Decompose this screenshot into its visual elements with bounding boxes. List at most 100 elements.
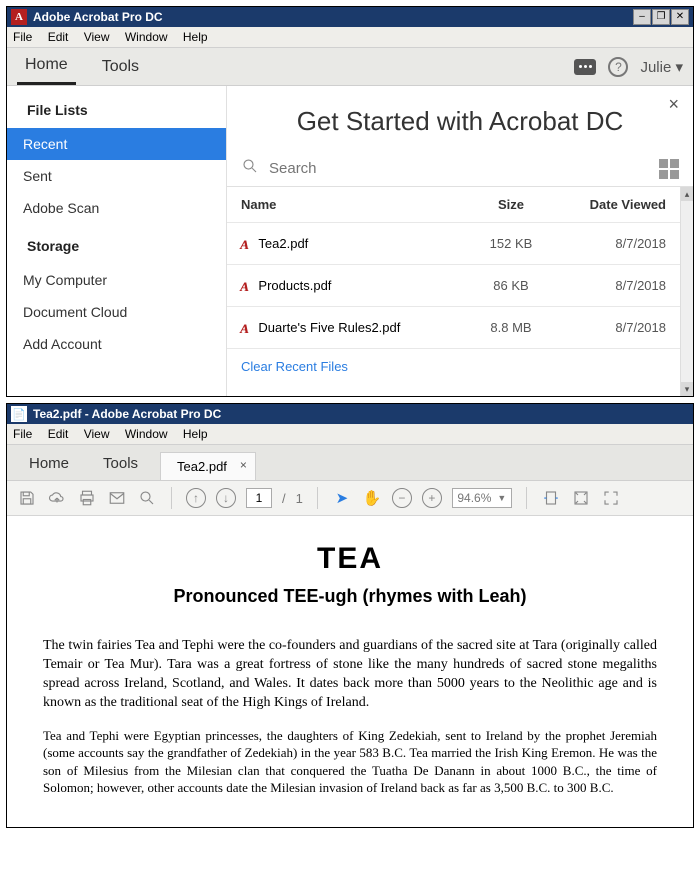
menu-edit[interactable]: Edit — [48, 427, 69, 441]
menu-edit[interactable]: Edit — [48, 30, 69, 44]
table-row[interactable]: ᴀTea2.pdf 152 KB 8/7/2018 — [227, 223, 680, 265]
document-toolbar: ↑ ↓ / 1 ➤ ✋ − + 94.6%▼ — [7, 481, 693, 516]
fullscreen-icon[interactable] — [601, 488, 621, 508]
menu-view[interactable]: View — [84, 30, 110, 44]
search-input[interactable] — [267, 159, 659, 178]
file-date: 8/7/2018 — [556, 278, 666, 293]
sidebar-item-addaccount[interactable]: Add Account — [7, 328, 226, 360]
sidebar-item-sent[interactable]: Sent — [7, 160, 226, 192]
minimize-button[interactable]: – — [633, 9, 651, 25]
pdf-icon: ᴀ — [241, 275, 248, 296]
window-recent: A Adobe Acrobat Pro DC – ❐ ✕ File Edit V… — [6, 6, 694, 397]
recent-table: Name Size Date Viewed ᴀTea2.pdf 152 KB 8… — [227, 187, 680, 396]
menu-file[interactable]: File — [13, 30, 32, 44]
page-up-icon[interactable]: ↑ — [186, 488, 206, 508]
acrobat-logo-icon: A — [11, 9, 27, 25]
print-icon[interactable] — [77, 488, 97, 508]
sidebar-item-documentcloud[interactable]: Document Cloud — [7, 296, 226, 328]
tab-tools[interactable]: Tools — [94, 50, 147, 84]
home-toolbar: Home Tools ? Julie ▾ — [7, 48, 693, 86]
zoom-in-icon[interactable]: + — [422, 488, 442, 508]
doc-paragraph: Tea and Tephi were Egyptian princesses, … — [43, 727, 657, 797]
pdf-icon: ᴀ — [241, 233, 248, 254]
file-date: 8/7/2018 — [556, 320, 666, 335]
scroll-up-icon[interactable]: ▴ — [681, 187, 693, 201]
separator — [171, 487, 172, 509]
file-name: Duarte's Five Rules2.pdf — [258, 320, 400, 335]
file-date: 8/7/2018 — [556, 236, 666, 251]
menubar: File Edit View Window Help — [7, 424, 693, 445]
window-title: Tea2.pdf - Adobe Acrobat Pro DC — [33, 407, 689, 421]
tab-home[interactable]: Home — [17, 48, 76, 85]
help-icon[interactable]: ? — [608, 57, 628, 77]
select-tool-icon[interactable]: ➤ — [332, 488, 352, 508]
notifications-icon[interactable] — [574, 59, 596, 75]
doc-subtitle: Pronounced TEE-ugh (rhymes with Leah) — [43, 586, 657, 607]
separator — [317, 487, 318, 509]
menubar: File Edit View Window Help — [7, 27, 693, 48]
menu-view[interactable]: View — [84, 427, 110, 441]
table-header: Name Size Date Viewed — [227, 187, 680, 223]
main-panel: Get Started with Acrobat DC Name Size Da… — [227, 86, 693, 396]
scroll-down-icon[interactable]: ▾ — [681, 382, 693, 396]
col-size[interactable]: Size — [466, 197, 556, 212]
pdf-file-icon: 📄 — [11, 406, 27, 422]
pdf-icon: ᴀ — [241, 317, 248, 338]
search-row — [227, 151, 693, 187]
clear-recent-link[interactable]: Clear Recent Files — [227, 349, 680, 384]
maximize-button[interactable]: ❐ — [652, 9, 670, 25]
menu-window[interactable]: Window — [125, 30, 168, 44]
titlebar[interactable]: 📄 Tea2.pdf - Adobe Acrobat Pro DC — [7, 404, 693, 424]
page-separator: / — [282, 491, 286, 506]
close-welcome-button[interactable]: × — [668, 94, 679, 115]
file-name: Tea2.pdf — [258, 236, 308, 251]
col-name[interactable]: Name — [241, 197, 466, 212]
page-down-icon[interactable]: ↓ — [216, 488, 236, 508]
file-name: Products.pdf — [258, 278, 331, 293]
save-icon[interactable] — [17, 488, 37, 508]
titlebar[interactable]: A Adobe Acrobat Pro DC – ❐ ✕ — [7, 7, 693, 27]
tab-tools[interactable]: Tools — [91, 447, 150, 480]
col-date[interactable]: Date Viewed — [556, 197, 666, 212]
find-icon[interactable] — [137, 488, 157, 508]
account-menu[interactable]: Julie ▾ — [640, 58, 683, 76]
separator — [526, 487, 527, 509]
document-tab-label: Tea2.pdf — [177, 459, 227, 474]
search-icon — [241, 157, 259, 180]
email-icon[interactable] — [107, 488, 127, 508]
close-window-button[interactable]: ✕ — [671, 9, 689, 25]
document-tab[interactable]: Tea2.pdf × — [160, 452, 256, 480]
file-size: 8.8 MB — [466, 320, 556, 335]
fit-width-icon[interactable] — [541, 488, 561, 508]
menu-window[interactable]: Window — [125, 427, 168, 441]
menu-help[interactable]: Help — [183, 30, 208, 44]
zoom-level[interactable]: 94.6%▼ — [452, 488, 512, 508]
document-tabs: Home Tools Tea2.pdf × — [7, 445, 693, 481]
cloud-upload-icon[interactable] — [47, 488, 67, 508]
sidebar-heading-storage: Storage — [27, 238, 226, 254]
hand-tool-icon[interactable]: ✋ — [362, 488, 382, 508]
menu-help[interactable]: Help — [183, 427, 208, 441]
scrollbar[interactable]: ▴ ▾ — [680, 187, 693, 396]
table-row[interactable]: ᴀ Products.pdf 86 KB 8/7/2018 — [227, 265, 680, 307]
sidebar-item-adobescan[interactable]: Adobe Scan — [7, 192, 226, 224]
doc-title: TEA — [43, 542, 657, 576]
account-name: Julie — [640, 59, 671, 76]
sidebar: File Lists Recent Sent Adobe Scan Storag… — [7, 86, 227, 396]
doc-paragraph: The twin fairies Tea and Tephi were the … — [43, 637, 657, 713]
tab-home[interactable]: Home — [17, 447, 81, 480]
window-title: Adobe Acrobat Pro DC — [33, 10, 632, 24]
fit-page-icon[interactable] — [571, 488, 591, 508]
grid-view-icon[interactable] — [659, 159, 679, 179]
welcome-heading: Get Started with Acrobat DC — [227, 86, 693, 151]
document-tab-close-icon[interactable]: × — [240, 458, 247, 472]
sidebar-item-mycomputer[interactable]: My Computer — [7, 264, 226, 296]
sidebar-heading-file-lists: File Lists — [27, 102, 226, 118]
file-size: 86 KB — [466, 278, 556, 293]
zoom-out-icon[interactable]: − — [392, 488, 412, 508]
sidebar-item-recent[interactable]: Recent — [7, 128, 226, 160]
menu-file[interactable]: File — [13, 427, 32, 441]
table-row[interactable]: ᴀ Duarte's Five Rules2.pdf 8.8 MB 8/7/201… — [227, 307, 680, 349]
page-number-input[interactable] — [246, 488, 272, 508]
page-total: 1 — [296, 491, 303, 506]
